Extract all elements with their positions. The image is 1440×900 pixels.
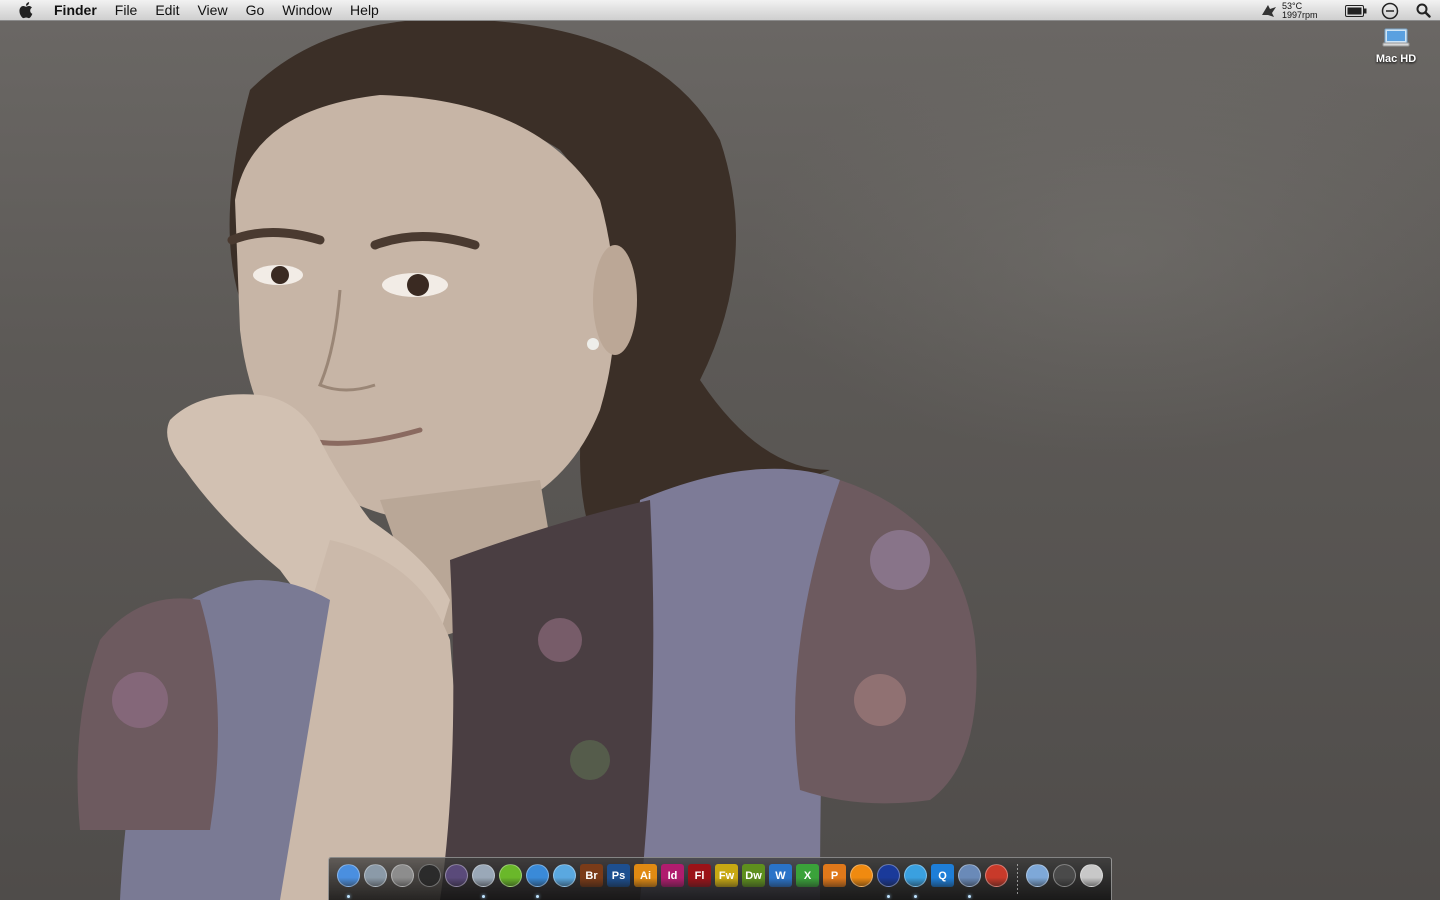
running-indicator bbox=[536, 895, 539, 898]
dock-item-flash[interactable]: Fl bbox=[686, 864, 713, 891]
system-preferences-icon bbox=[391, 864, 414, 887]
menu-view[interactable]: View bbox=[188, 0, 236, 21]
dock-item-text: Id bbox=[667, 869, 678, 882]
dock-item-safari[interactable] bbox=[524, 864, 551, 898]
itunes-icon bbox=[553, 864, 576, 887]
dock-item-text: Fl bbox=[694, 869, 705, 882]
dashboard-icon bbox=[418, 864, 441, 887]
image-viewer-icon bbox=[958, 864, 981, 887]
powerpoint-icon: P bbox=[823, 864, 846, 887]
xcode-icon bbox=[877, 864, 900, 887]
dock-item-preview-viewer[interactable] bbox=[956, 864, 983, 898]
fireworks-icon: Fw bbox=[715, 864, 738, 887]
desktop-icon-label: Mac HD bbox=[1375, 53, 1417, 65]
preview-icon bbox=[364, 864, 387, 887]
dock-item-illustrator[interactable]: Ai bbox=[632, 864, 659, 891]
quicktime-icon: Q bbox=[931, 864, 954, 887]
dock-item-vlc[interactable] bbox=[848, 864, 875, 891]
dock-item-finder[interactable] bbox=[335, 864, 362, 898]
dock-item-trash[interactable] bbox=[1078, 864, 1105, 891]
applications-folder-icon bbox=[1026, 864, 1049, 887]
dock-item-applications[interactable] bbox=[1024, 864, 1051, 891]
desktop-wallpaper bbox=[0, 0, 1440, 900]
bridge-icon: Br bbox=[580, 864, 603, 887]
dock-item-itunes[interactable] bbox=[551, 864, 578, 891]
documents-stack-icon bbox=[1053, 864, 1076, 887]
photoshop-icon: Ps bbox=[607, 864, 630, 887]
running-indicator bbox=[482, 895, 485, 898]
dock-item-network-utility[interactable] bbox=[470, 864, 497, 898]
safari-icon bbox=[526, 864, 549, 887]
hard-drive-icon bbox=[1382, 28, 1410, 47]
dock-item-excel[interactable]: X bbox=[794, 864, 821, 891]
dock-item-text: X bbox=[803, 869, 812, 882]
dock-item-mac-os-x[interactable] bbox=[443, 864, 470, 891]
menu-window[interactable]: Window bbox=[273, 0, 341, 21]
dock-app-list: Br Ps Ai Id Fl Fw Dw W X P Q bbox=[335, 864, 1105, 898]
trash-icon bbox=[1080, 864, 1103, 887]
menu-help[interactable]: Help bbox=[341, 0, 388, 21]
spotlight-search-icon[interactable] bbox=[1406, 0, 1440, 21]
dock-item-text: Ai bbox=[640, 869, 651, 882]
dock-item-powerpoint[interactable]: P bbox=[821, 864, 848, 891]
messenger-icon bbox=[904, 864, 927, 887]
menu-edit[interactable]: Edit bbox=[146, 0, 188, 21]
dock-item-messenger[interactable] bbox=[902, 864, 929, 898]
dock-item-system-preferences[interactable] bbox=[389, 864, 416, 891]
dock-item-text: Dw bbox=[745, 869, 762, 882]
network-icon bbox=[472, 864, 495, 887]
menu-go[interactable]: Go bbox=[237, 0, 274, 21]
finder-icon bbox=[337, 864, 360, 887]
dock-item-indesign[interactable]: Id bbox=[659, 864, 686, 891]
paintbrush-icon bbox=[985, 864, 1008, 887]
menu-bar: Finder File Edit View Go Window Help 53°… bbox=[0, 0, 1440, 21]
desktop-icon-mac-hd[interactable]: Mac HD bbox=[1366, 26, 1426, 65]
dock-item-text: W bbox=[775, 869, 786, 882]
dock-item-documents[interactable] bbox=[1051, 864, 1078, 891]
indesign-icon: Id bbox=[661, 864, 684, 887]
dock-item-chat[interactable] bbox=[497, 864, 524, 891]
running-indicator bbox=[347, 895, 350, 898]
menu-file[interactable]: File bbox=[106, 0, 147, 21]
dock-item-dreamweaver[interactable]: Dw bbox=[740, 864, 767, 891]
battery-icon[interactable] bbox=[1338, 0, 1374, 21]
dock-item-xcode[interactable] bbox=[875, 864, 902, 898]
menu-app-name[interactable]: Finder bbox=[44, 0, 106, 21]
dock-item-photoshop[interactable]: Ps bbox=[605, 864, 632, 891]
dock-item-text: Br bbox=[585, 869, 598, 882]
clock-status-icon[interactable] bbox=[1374, 0, 1406, 21]
growl-icon[interactable] bbox=[1256, 0, 1282, 21]
running-indicator bbox=[887, 895, 890, 898]
wallpaper-portrait bbox=[77, 18, 977, 900]
excel-icon: X bbox=[796, 864, 819, 887]
dock-item-text: Q bbox=[938, 869, 947, 882]
apple-menu-icon[interactable] bbox=[10, 0, 44, 21]
running-indicator bbox=[968, 895, 971, 898]
flash-icon: Fl bbox=[688, 864, 711, 887]
dock-item-preview[interactable] bbox=[362, 864, 389, 891]
dock-item-paintbrush[interactable] bbox=[983, 864, 1010, 891]
dreamweaver-icon: Dw bbox=[742, 864, 765, 887]
fan-speed-reading: 1997rpm bbox=[1282, 9, 1318, 20]
dock-item-text: Fw bbox=[718, 869, 735, 882]
vlc-icon bbox=[850, 864, 873, 887]
dock-item-text: Ps bbox=[611, 869, 626, 882]
word-icon: W bbox=[769, 864, 792, 887]
dock: Br Ps Ai Id Fl Fw Dw W X P Q bbox=[328, 857, 1112, 900]
menu-extras: 53°C 1997rpm bbox=[1256, 0, 1440, 21]
running-indicator bbox=[914, 895, 917, 898]
illustrator-icon: Ai bbox=[634, 864, 657, 887]
dock-item-dashboard[interactable] bbox=[416, 864, 443, 891]
dock-item-fireworks[interactable]: Fw bbox=[713, 864, 740, 891]
chat-icon bbox=[499, 864, 522, 887]
dock-item-bridge[interactable]: Br bbox=[578, 864, 605, 891]
dock-item-quicktime[interactable]: Q bbox=[929, 864, 956, 891]
dock-item-text: P bbox=[830, 869, 839, 882]
temperature-monitor[interactable]: 53°C 1997rpm bbox=[1282, 1, 1332, 20]
dock-separator[interactable] bbox=[1013, 864, 1021, 894]
dock-item-word[interactable]: W bbox=[767, 864, 794, 891]
mac-os-x-icon bbox=[445, 864, 468, 887]
